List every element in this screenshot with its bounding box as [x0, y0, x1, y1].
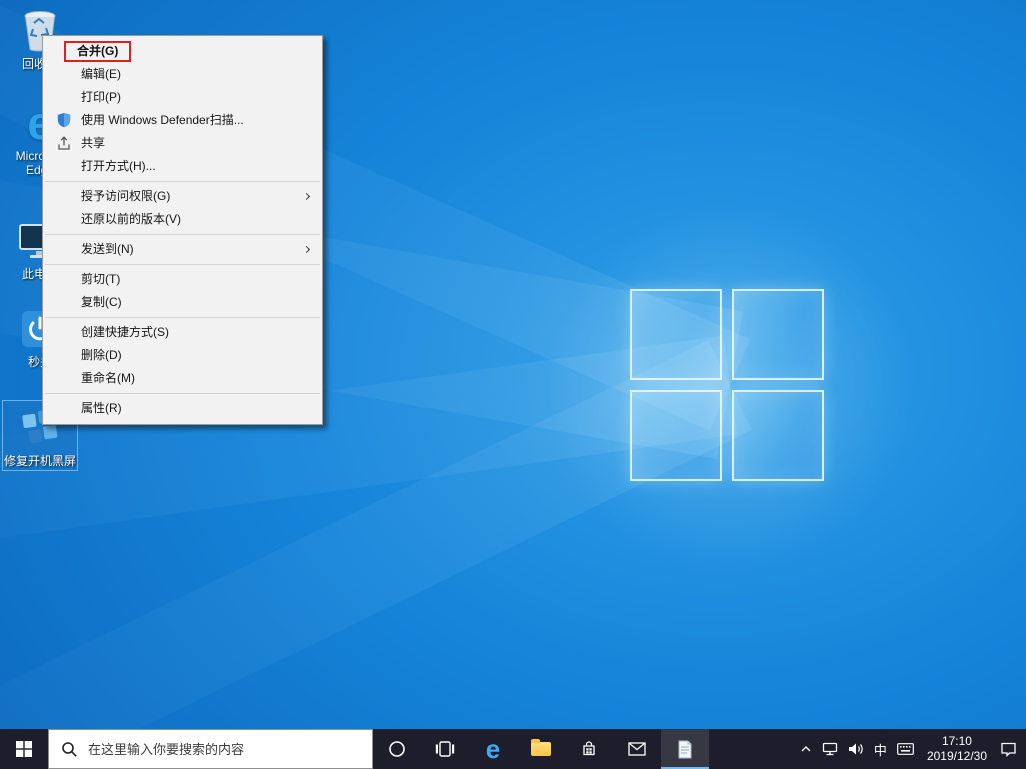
menu-item-send-to[interactable]: 发送到(N): [43, 238, 322, 261]
store-button[interactable]: [565, 729, 613, 769]
submenu-arrow-icon: [303, 246, 310, 253]
menu-item-create-shortcut[interactable]: 创建快捷方式(S): [43, 321, 322, 344]
menu-item-properties[interactable]: 属性(R): [43, 397, 322, 420]
search-icon: [61, 741, 78, 758]
menu-item-label: 授予访问权限(G): [81, 189, 170, 203]
menu-item-label: 合并(G): [77, 40, 118, 63]
volume-button[interactable]: [843, 729, 869, 769]
menu-separator: [45, 393, 320, 394]
file-explorer-button[interactable]: [517, 729, 565, 769]
menu-item-delete[interactable]: 删除(D): [43, 344, 322, 367]
system-tray: 中 17:10 2019/12/30: [795, 729, 1026, 769]
desktop: 回收站 e Microsoft Edge 此电脑 秒关: [0, 0, 1026, 769]
menu-item-merge[interactable]: 合并(G): [43, 40, 322, 63]
menu-item-label: 使用 Windows Defender扫描...: [81, 113, 244, 127]
start-button[interactable]: [0, 729, 48, 769]
windows-logo-pane: [732, 390, 824, 481]
windows-logo-pane: [630, 390, 722, 481]
windows-logo-pane: [732, 289, 824, 380]
annotation-red-box: 合并(G): [64, 41, 131, 62]
context-menu: 合并(G) 编辑(E) 打印(P) 使用 Windows Defender扫描.…: [42, 35, 323, 425]
ime-indicator[interactable]: 中: [869, 729, 892, 769]
menu-item-open-with[interactable]: 打开方式(H)...: [43, 155, 322, 178]
menu-item-label: 发送到(N): [81, 242, 134, 256]
menu-item-cut[interactable]: 剪切(T): [43, 268, 322, 291]
network-button[interactable]: [817, 729, 843, 769]
volume-icon: [848, 742, 864, 756]
active-app-button[interactable]: [661, 729, 709, 769]
edge-icon: e: [486, 736, 500, 762]
mail-button[interactable]: [613, 729, 661, 769]
task-view-icon: [435, 741, 455, 757]
mail-icon: [628, 742, 646, 756]
menu-separator: [45, 264, 320, 265]
search-input[interactable]: [88, 742, 372, 757]
task-view-button[interactable]: [421, 729, 469, 769]
tray-clock[interactable]: 17:10 2019/12/30: [919, 734, 995, 764]
menu-item-label: 重命名(M): [81, 371, 135, 385]
store-icon: [580, 740, 598, 758]
desktop-icon-label: 修复开机黑屏: [4, 454, 76, 468]
menu-item-label: 打印(P): [81, 90, 121, 104]
menu-item-label: 编辑(E): [81, 67, 121, 81]
menu-item-label: 属性(R): [81, 401, 122, 415]
menu-item-label: 删除(D): [81, 348, 122, 362]
touch-keyboard-button[interactable]: [892, 729, 919, 769]
submenu-arrow-icon: [303, 193, 310, 200]
clock-date: 2019/12/30: [927, 749, 987, 764]
windows-logo-pane: [630, 289, 722, 380]
action-center-button[interactable]: [995, 729, 1022, 769]
file-explorer-icon: [531, 742, 551, 756]
ime-label: 中: [874, 740, 887, 759]
edge-taskbar-button[interactable]: e: [469, 729, 517, 769]
clock-time: 17:10: [942, 734, 972, 749]
taskbar-search-box[interactable]: [48, 729, 373, 769]
menu-separator: [45, 181, 320, 182]
touch-keyboard-icon: [897, 743, 914, 755]
menu-separator: [45, 317, 320, 318]
cortana-icon: [388, 740, 406, 758]
menu-item-share[interactable]: 共享: [43, 132, 322, 155]
menu-item-rename[interactable]: 重命名(M): [43, 367, 322, 390]
menu-item-label: 打开方式(H)...: [81, 159, 156, 173]
menu-item-restore-versions[interactable]: 还原以前的版本(V): [43, 208, 322, 231]
menu-item-copy[interactable]: 复制(C): [43, 291, 322, 314]
menu-item-label: 还原以前的版本(V): [81, 212, 181, 226]
windows-logo: [630, 289, 824, 481]
cortana-button[interactable]: [373, 729, 421, 769]
menu-item-label: 共享: [81, 136, 105, 150]
document-icon: [677, 740, 693, 759]
menu-item-label: 创建快捷方式(S): [81, 325, 169, 339]
menu-item-defender-scan[interactable]: 使用 Windows Defender扫描...: [43, 109, 322, 132]
menu-item-give-access[interactable]: 授予访问权限(G): [43, 185, 322, 208]
menu-item-print[interactable]: 打印(P): [43, 86, 322, 109]
network-icon: [822, 742, 838, 756]
menu-item-edit[interactable]: 编辑(E): [43, 63, 322, 86]
menu-item-label: 复制(C): [81, 295, 122, 309]
windows-flag-icon: [16, 741, 32, 757]
tray-chevron-button[interactable]: [795, 729, 817, 769]
chevron-up-icon: [800, 745, 812, 753]
defender-shield-icon: [56, 112, 72, 128]
menu-separator: [45, 234, 320, 235]
share-icon: [56, 135, 72, 151]
taskbar-empty-area: [709, 729, 795, 769]
taskbar: e: [0, 729, 1026, 769]
action-center-icon: [1000, 741, 1017, 757]
menu-item-label: 剪切(T): [81, 272, 120, 286]
